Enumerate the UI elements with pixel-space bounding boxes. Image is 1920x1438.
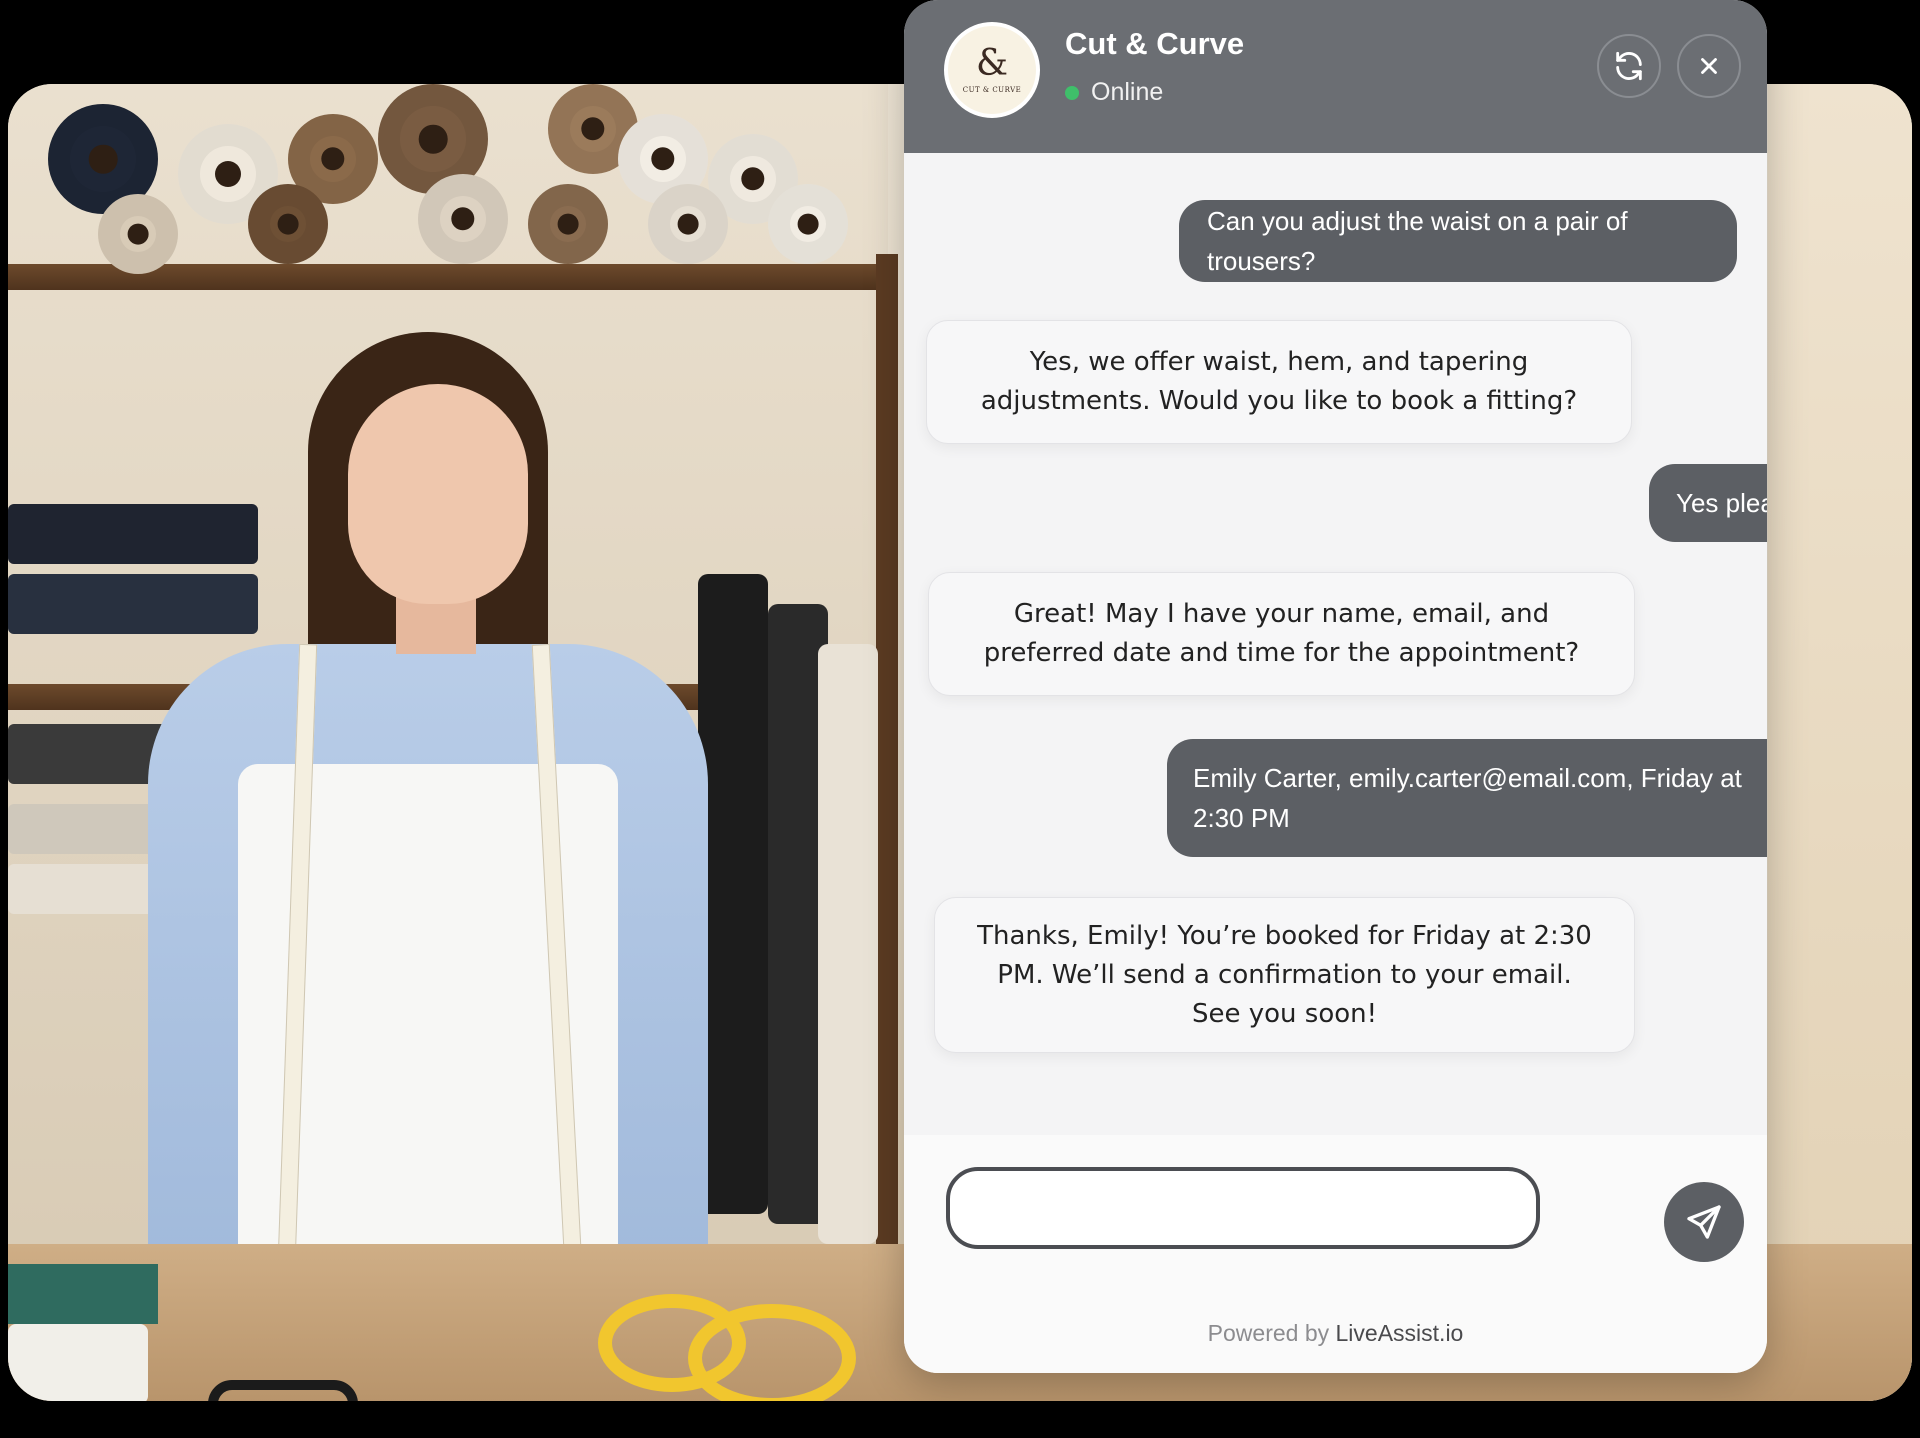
powered-by: Powered by LiveAssist.io	[904, 1320, 1767, 1347]
brand-name: Cut & Curve	[1065, 26, 1245, 61]
bot-message: Thanks, Emily! You’re booked for Friday …	[934, 897, 1635, 1053]
refresh-button[interactable]	[1597, 34, 1661, 98]
bot-message: Yes, we offer waist, hem, and tapering a…	[926, 320, 1632, 444]
logo-text: CUT & CURVE	[962, 86, 1022, 94]
folded-fabric	[8, 504, 258, 564]
fabric-roll	[648, 184, 728, 264]
bot-message: Great! May I have your name, email, and …	[928, 572, 1635, 696]
chat-widget: & CUT & CURVE Cut & Curve Online Can you…	[904, 0, 1767, 1373]
message-line: Emily Carter, emily.carter@email.com, Fr…	[1193, 763, 1742, 793]
message-line: Thanks, Emily! You’re booked for Friday …	[977, 920, 1592, 951]
fabric-bolt	[698, 574, 768, 1214]
message-text: Emily Carter, emily.carter@email.com, Fr…	[1193, 758, 1742, 838]
user-message: Can you adjust the waist on a pair of tr…	[1179, 200, 1737, 282]
message-text: Great! May I have your name, email, and …	[984, 595, 1579, 673]
coiled-tape-measure	[688, 1304, 856, 1401]
fabric-roll	[768, 184, 848, 264]
message-text: Yes, we offer waist, hem, and tapering a…	[981, 343, 1577, 421]
message-input[interactable]	[946, 1167, 1540, 1249]
fabric-bolt	[818, 644, 878, 1244]
folded-fabric	[8, 574, 258, 634]
message-line: adjustments. Would you like to book a fi…	[980, 386, 1578, 416]
sewing-machine	[8, 1324, 148, 1401]
close-icon	[1701, 58, 1717, 74]
message-line: Yes, we offer waist, hem, and tapering	[1029, 347, 1529, 377]
send-button[interactable]	[1664, 1182, 1744, 1262]
cutting-mat	[8, 1264, 158, 1324]
brand-logo: & CUT & CURVE	[944, 22, 1040, 118]
message-line: preferred date and time for the appointm…	[983, 638, 1580, 668]
message-line: See you soon!	[1191, 998, 1378, 1029]
fabric-roll	[248, 184, 328, 264]
online-dot-icon	[1065, 85, 1079, 100]
close-button[interactable]	[1677, 34, 1741, 98]
user-message: Yes please	[1649, 464, 1767, 542]
status-text: Online	[1091, 78, 1164, 106]
workshop-wall-right	[1768, 84, 1912, 1401]
fabric-roll	[418, 174, 508, 264]
logo-ampersand: &	[975, 43, 1009, 84]
message-line: PM. We’ll send a confirmation to your em…	[997, 959, 1572, 990]
refresh-icon	[1616, 51, 1642, 81]
message-line: Great! May I have your name, email, and	[1013, 599, 1550, 629]
shelf-post	[876, 254, 898, 1254]
person-face	[348, 384, 528, 604]
powered-brand-link[interactable]: LiveAssist.io	[1336, 1320, 1464, 1346]
scissors	[208, 1380, 358, 1401]
chat-header: & CUT & CURVE Cut & Curve Online	[904, 0, 1767, 153]
send-icon	[1687, 1205, 1721, 1239]
user-message: Emily Carter, emily.carter@email.com, Fr…	[1167, 739, 1767, 857]
message-text: Yes please	[1676, 488, 1767, 518]
powered-prefix: Powered by	[1207, 1320, 1330, 1346]
message-text: Can you adjust the waist on a pair of tr…	[1207, 206, 1628, 276]
fabric-roll	[98, 194, 178, 274]
fabric-roll	[528, 184, 608, 264]
message-text: Thanks, Emily! You’re booked for Friday …	[977, 917, 1592, 1034]
message-line: 2:30 PM	[1193, 803, 1290, 833]
status-indicator: Online	[1065, 78, 1163, 107]
